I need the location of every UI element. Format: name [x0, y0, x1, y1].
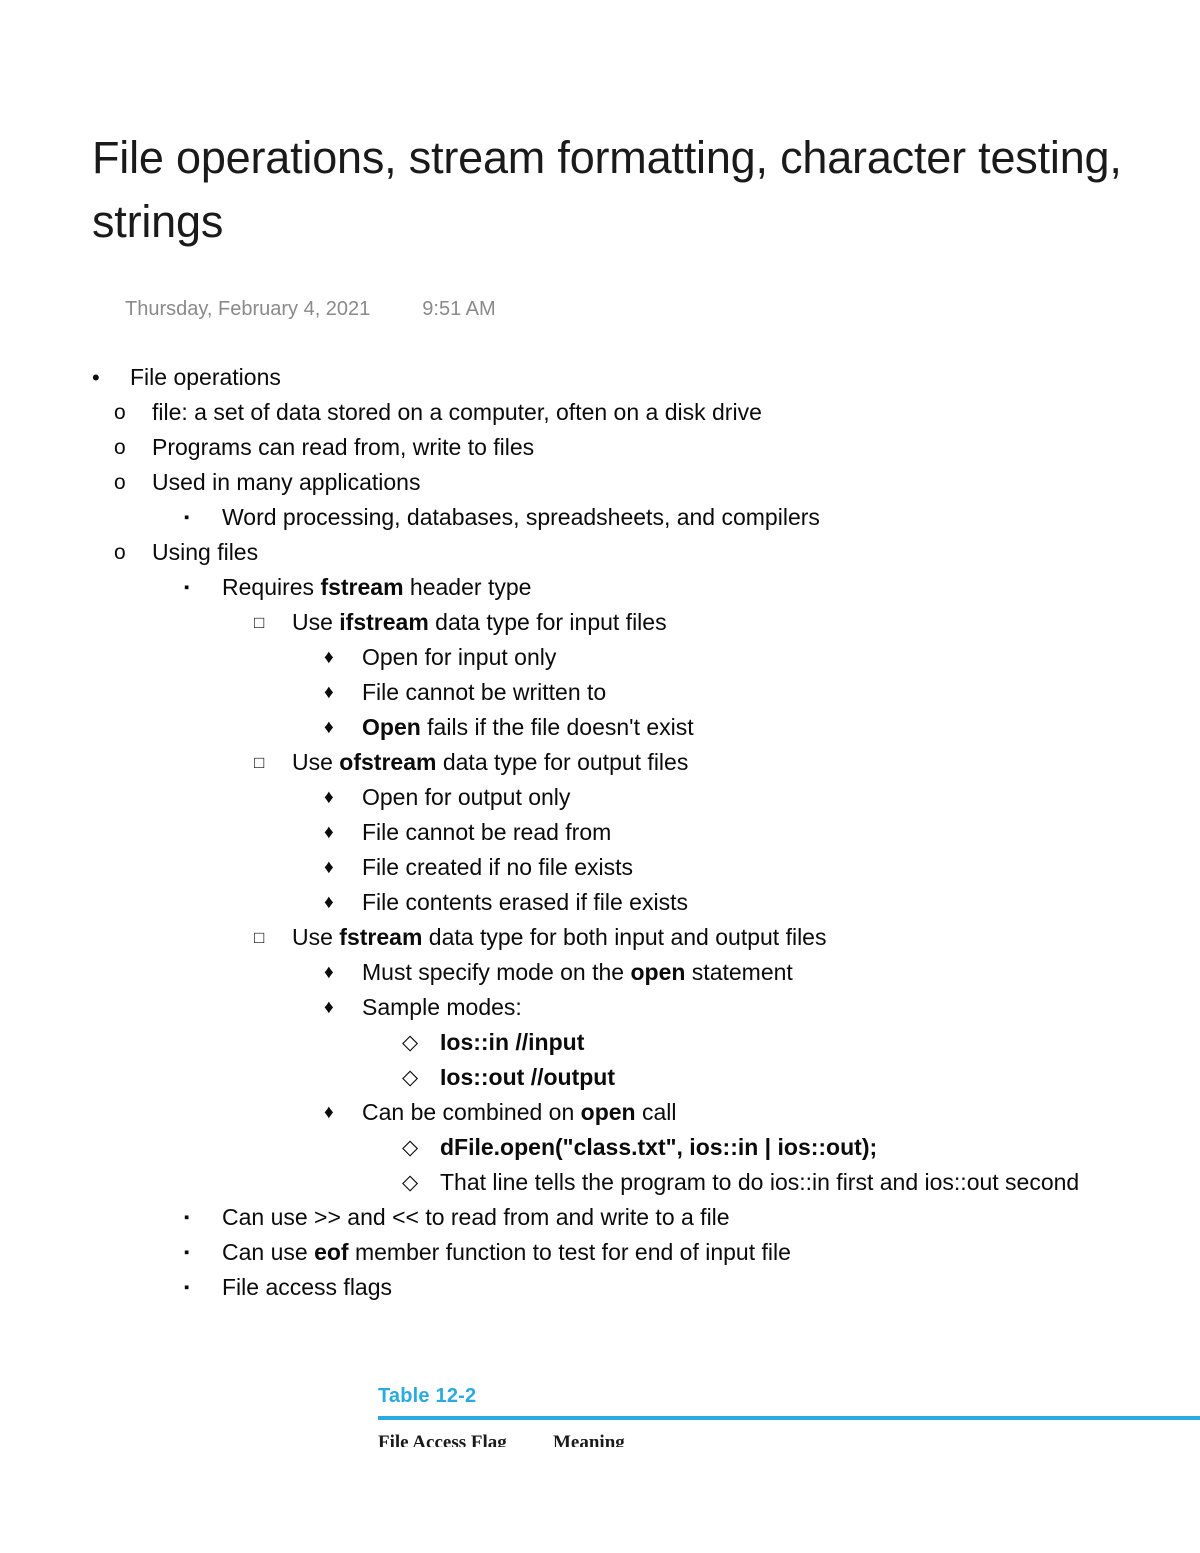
outline-item-text: file: a set of data stored on a computer… — [152, 399, 762, 425]
outline-item: ♦ File cannot be written to — [324, 675, 1152, 710]
square-bullet-icon: ▪ — [184, 1279, 190, 1296]
outline-item: o Using files — [114, 535, 1152, 570]
outline-item: ▪ Requires fstream header type — [184, 570, 1152, 605]
outline-item: □ Use ifstream data type for input files — [254, 605, 1152, 640]
outline-item-text: That line tells the program to do ios::i… — [440, 1169, 1080, 1195]
page-title: File operations, stream formatting, char… — [92, 132, 1134, 247]
circle-bullet-icon: o — [114, 541, 126, 564]
hollow-square-bullet-icon: □ — [254, 928, 265, 947]
outline-item-text: Ios::out //output — [440, 1064, 615, 1090]
outline-item: ♦ Open for output only — [324, 780, 1152, 815]
outline-item: ◇ Ios::in //input — [402, 1025, 1152, 1060]
outline-item: ▪ File access flags — [184, 1270, 1152, 1305]
outline-item-text: Use fstream data type for both input and… — [292, 924, 827, 950]
outline-item: ▪ Word processing, databases, spreadsheet… — [184, 500, 1152, 535]
outline-item-text: dFile.open("class.txt", ios::in | ios::o… — [440, 1134, 878, 1160]
hollow-square-bullet-icon: □ — [254, 613, 265, 632]
outline-item-text: Must specify mode on the open statement — [362, 959, 793, 985]
outline-item-text: File cannot be written to — [362, 679, 607, 705]
outline-item-text: Using files — [152, 539, 259, 565]
outline-item: ♦ Open for input only — [324, 640, 1152, 675]
outline-item: o Used in many applications — [114, 465, 1152, 500]
outline-item-text: Ios::in //input — [440, 1029, 585, 1055]
diamond-bullet-icon: ♦ — [324, 717, 334, 738]
outline-item-text: Open for input only — [362, 644, 557, 670]
note-time: 9:51 AM — [422, 298, 496, 320]
outline-item: ♦ File cannot be read from — [324, 815, 1152, 850]
outline-item: ◇ Ios::out //output — [402, 1060, 1152, 1095]
outline-item-text: File created if no file exists — [362, 854, 634, 880]
note-date: Thursday, February 4, 2021 — [124, 298, 371, 320]
outline-item-text: Can use >> and << to read from and write… — [222, 1204, 730, 1230]
outline-item-text: Word processing, databases, spreadsheets… — [222, 504, 820, 530]
diamond-bullet-icon: ♦ — [324, 1102, 334, 1123]
diamond-bullet-icon: ♦ — [324, 682, 334, 703]
outline-item-text: File access flags — [222, 1274, 393, 1300]
note-page: File operations, stream formatting, char… — [0, 0, 1200, 1553]
outline-item-text: Sample modes: — [362, 994, 522, 1020]
outline-item-text: Programs can read from, write to files — [152, 434, 535, 460]
outline-item-text: Can be combined on open call — [362, 1099, 677, 1125]
figure-caption: Table 12-2 — [378, 1385, 477, 1407]
hollow-diamond-bullet-icon: ◇ — [402, 1031, 419, 1054]
outline-item-text: File contents erased if file exists — [362, 889, 688, 915]
hollow-square-bullet-icon: □ — [254, 753, 265, 772]
figure-column-header-meaning: Meaning — [553, 1432, 625, 1447]
circle-bullet-icon: o — [114, 471, 126, 494]
outline-item: ◇ That line tells the program to do ios::… — [402, 1165, 1152, 1200]
hollow-diamond-bullet-icon: ◇ — [402, 1136, 419, 1159]
diamond-bullet-icon: ♦ — [324, 892, 334, 913]
outline-item-text: Use ofstream data type for output files — [292, 749, 689, 775]
square-bullet-icon: ▪ — [184, 1244, 190, 1261]
outline-item-text: Open for output only — [362, 784, 571, 810]
outline-item-text: File operations — [130, 364, 281, 390]
figure-rule — [378, 1416, 1200, 1420]
outline-item: ◇ dFile.open("class.txt", ios::in | ios::… — [402, 1130, 1152, 1165]
outline-item: ♦ Open fails if the file doesn't exist — [324, 710, 1152, 745]
outline-item: ▪ Can use eof member function to test for… — [184, 1235, 1152, 1270]
outline-item-text: Can use eof member function to test for … — [222, 1239, 791, 1265]
diamond-bullet-icon: ♦ — [324, 962, 334, 983]
outline-item: • File operations — [92, 360, 1152, 395]
outline-item: ▪ Can use >> and << to read from and writ… — [184, 1200, 1152, 1235]
outline-item-text: Use ifstream data type for input files — [292, 609, 667, 635]
diamond-bullet-icon: ♦ — [324, 997, 334, 1018]
circle-bullet-icon: o — [114, 401, 126, 424]
table-figure: Table 12-2 File Access Flag Meaning — [378, 1383, 1200, 1447]
outline-item: o Programs can read from, write to files — [114, 430, 1152, 465]
figure-header-row: File Access Flag Meaning — [378, 1431, 1200, 1447]
outline-item: □ Use ofstream data type for output files — [254, 745, 1152, 780]
outline-item-text: File cannot be read from — [362, 819, 612, 845]
square-bullet-icon: ▪ — [184, 509, 190, 526]
outline-item: ♦ Can be combined on open call — [324, 1095, 1152, 1130]
diamond-bullet-icon: ♦ — [324, 822, 334, 843]
diamond-bullet-icon: ♦ — [324, 857, 334, 878]
hollow-diamond-bullet-icon: ◇ — [402, 1066, 419, 1089]
outline-item: ♦ File created if no file exists — [324, 850, 1152, 885]
figure-column-header-flag: File Access Flag — [378, 1432, 507, 1447]
note-metadata: Thursday, February 4, 2021 9:51 AM — [92, 270, 1200, 348]
outline-item: ♦ File contents erased if file exists — [324, 885, 1152, 920]
outline-list: • File operations o file: a set of data sto… — [92, 360, 1152, 1305]
dot-bullet-icon: • — [92, 365, 100, 390]
outline-item: □ Use fstream data type for both input an… — [254, 920, 1152, 955]
outline-item: ♦ Must specify mode on the open statement — [324, 955, 1152, 990]
outline-item: o file: a set of data stored on a compute… — [114, 395, 1152, 430]
hollow-diamond-bullet-icon: ◇ — [402, 1171, 419, 1194]
outline-item-text: Open fails if the file doesn't exist — [362, 714, 694, 740]
diamond-bullet-icon: ♦ — [324, 647, 334, 668]
outline-item-text: Requires fstream header type — [222, 574, 532, 600]
square-bullet-icon: ▪ — [184, 1209, 190, 1226]
outline-item-text: Used in many applications — [152, 469, 421, 495]
title-block: File operations, stream formatting, char… — [92, 126, 1200, 348]
circle-bullet-icon: o — [114, 436, 126, 459]
square-bullet-icon: ▪ — [184, 579, 190, 596]
diamond-bullet-icon: ♦ — [324, 787, 334, 808]
outline-item: ♦ Sample modes: — [324, 990, 1152, 1025]
